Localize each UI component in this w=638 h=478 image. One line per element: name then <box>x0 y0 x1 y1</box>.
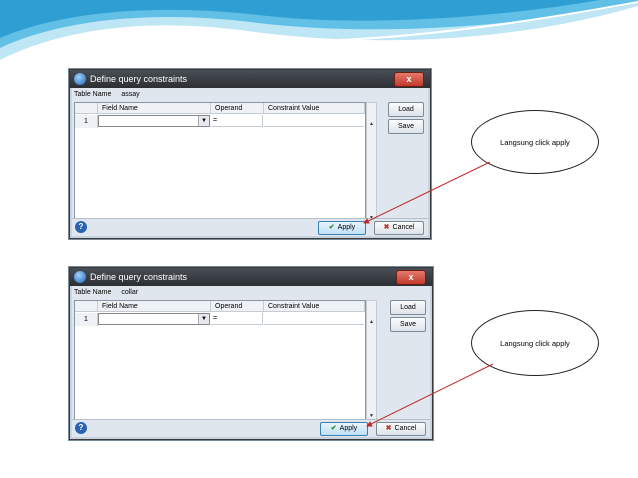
dialog-title: Define query constraints <box>90 272 188 282</box>
scroll-up-icon[interactable]: ▲ <box>367 121 376 127</box>
table-name-row: Table Name collar <box>74 289 138 296</box>
help-icon[interactable]: ? <box>75 422 87 434</box>
column-header-constraint-value[interactable]: Constraint Value <box>264 301 365 312</box>
check-icon: ✔ <box>328 224 335 231</box>
cancel-button[interactable]: ✖ Cancel <box>374 221 424 235</box>
operand-cell[interactable]: = <box>211 115 263 127</box>
column-header-operand[interactable]: Operand <box>211 301 264 312</box>
apply-label: Apply <box>337 224 356 231</box>
dialog-titlebar: Define query constraints x <box>70 70 430 88</box>
app-icon <box>74 271 86 283</box>
table-name-label: Table Name <box>74 91 112 98</box>
chevron-down-icon[interactable]: ▼ <box>198 314 209 324</box>
column-header-field-name[interactable]: Field Name <box>98 103 211 114</box>
row-number-header <box>75 103 98 114</box>
table-name-value: collar <box>121 289 139 296</box>
cancel-label: Cancel <box>394 425 417 432</box>
callout-bubble-2: Langsung click apply <box>471 310 599 376</box>
constraint-value-cell[interactable] <box>264 115 364 127</box>
dialog-body: Table Name assay Field Name Operand Const… <box>72 88 428 236</box>
dialog-footer: ? ✔ Apply ✖ Cancel <box>72 419 430 437</box>
dialog-footer: ? ✔ Apply ✖ Cancel <box>72 218 428 236</box>
dialog-titlebar: Define query constraints x <box>70 268 432 286</box>
apply-label: Apply <box>339 425 358 432</box>
row-number: 1 <box>75 115 98 128</box>
cancel-x-icon: ✖ <box>383 224 390 231</box>
column-header-field-name[interactable]: Field Name <box>98 301 211 312</box>
chevron-down-icon[interactable]: ▼ <box>198 116 209 126</box>
help-icon[interactable]: ? <box>75 221 87 233</box>
save-button[interactable]: Save <box>388 119 424 134</box>
dialog-title: Define query constraints <box>90 74 188 84</box>
app-icon <box>74 73 86 85</box>
row-number: 1 <box>75 313 98 326</box>
field-name-select[interactable]: ▼ <box>98 115 210 127</box>
cancel-label: Cancel <box>392 224 415 231</box>
save-button[interactable]: Save <box>390 317 426 332</box>
callout-bubble-1: Langsung click apply <box>471 110 599 174</box>
query-dialog-1: Define query constraints x Table Name ass… <box>69 69 431 239</box>
constraint-value-cell[interactable] <box>264 313 364 325</box>
cancel-x-icon: ✖ <box>385 425 392 432</box>
load-button[interactable]: Load <box>388 102 424 117</box>
close-button[interactable]: x <box>394 72 424 87</box>
query-dialog-2: Define query constraints x Table Name col… <box>69 267 433 440</box>
apply-button[interactable]: ✔ Apply <box>320 422 368 436</box>
header-wave <box>0 0 638 60</box>
table-name-value: assay <box>121 91 140 98</box>
constraints-grid: Field Name Operand Constraint Value 1 ▼ … <box>74 300 366 420</box>
operand-cell[interactable]: = <box>211 313 263 325</box>
cancel-button[interactable]: ✖ Cancel <box>376 422 426 436</box>
dialog-body: Table Name collar Field Name Operand Cons… <box>72 286 430 437</box>
column-header-operand[interactable]: Operand <box>211 103 264 114</box>
table-name-row: Table Name assay <box>74 91 140 98</box>
vertical-scrollbar[interactable]: ▲ ▼ <box>366 102 377 224</box>
constraints-grid: Field Name Operand Constraint Value 1 ▼ … <box>74 102 366 222</box>
table-name-label: Table Name <box>74 289 112 296</box>
row-number-header <box>75 301 98 312</box>
column-header-constraint-value[interactable]: Constraint Value <box>264 103 365 114</box>
apply-button[interactable]: ✔ Apply <box>318 221 366 235</box>
check-icon: ✔ <box>330 425 337 432</box>
scroll-up-icon[interactable]: ▲ <box>367 319 376 325</box>
vertical-scrollbar[interactable]: ▲ ▼ <box>366 300 377 422</box>
field-name-select[interactable]: ▼ <box>98 313 210 325</box>
close-button[interactable]: x <box>396 270 426 285</box>
load-button[interactable]: Load <box>390 300 426 315</box>
